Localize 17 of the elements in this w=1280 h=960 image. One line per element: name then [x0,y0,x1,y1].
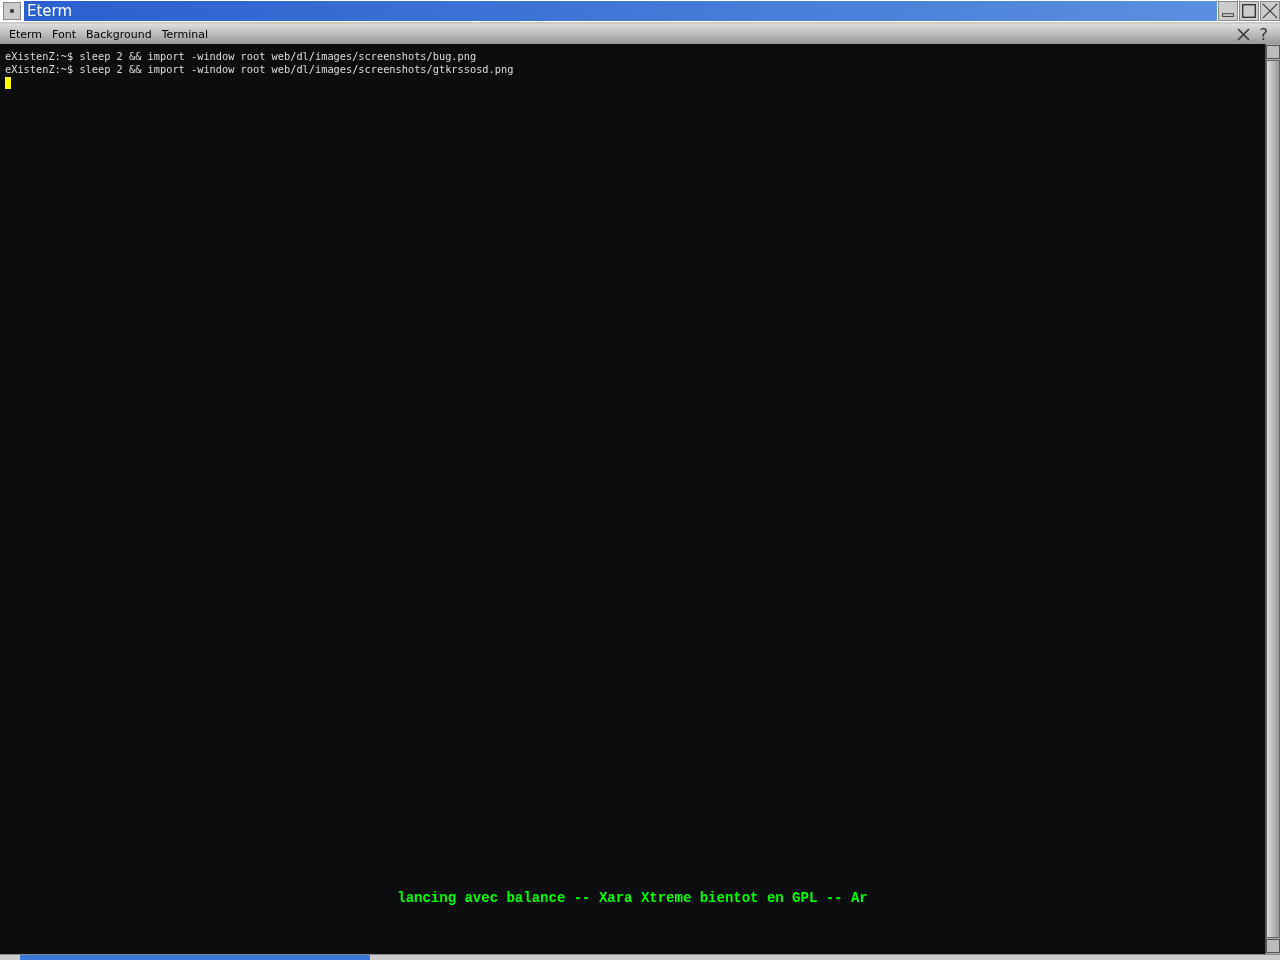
close-icon[interactable] [1236,27,1250,41]
menu-item[interactable]: Eterm [4,27,48,41]
text-cursor [5,77,11,89]
osd-message: lancing avec balance -- Xara Xtreme bientot en GPL -- Ar [397,892,868,905]
maximize-button[interactable] [1239,1,1259,21]
window-title: Eterm [27,1,73,21]
terminal-line: eXistenZ:~$ sleep 2 && import -window root web/dl/images/screenshots/gtkrssosd.png [5,63,514,76]
menu-item[interactable]: Background [81,27,157,41]
menu-item[interactable]: Terminal [156,27,214,41]
menu-item[interactable]: Font [47,27,82,41]
window-menu-button[interactable] [3,2,21,20]
scroll-down-button[interactable] [1266,939,1280,953]
close-button[interactable] [1260,1,1280,21]
help-button[interactable]: ? [1249,24,1276,44]
terminal-line: eXistenZ:~$ sleep 2 && import -window root web/dl/images/screenshots/bug.png [5,50,477,63]
scroll-up-button[interactable] [1266,45,1280,59]
minimize-button[interactable] [1218,1,1238,21]
